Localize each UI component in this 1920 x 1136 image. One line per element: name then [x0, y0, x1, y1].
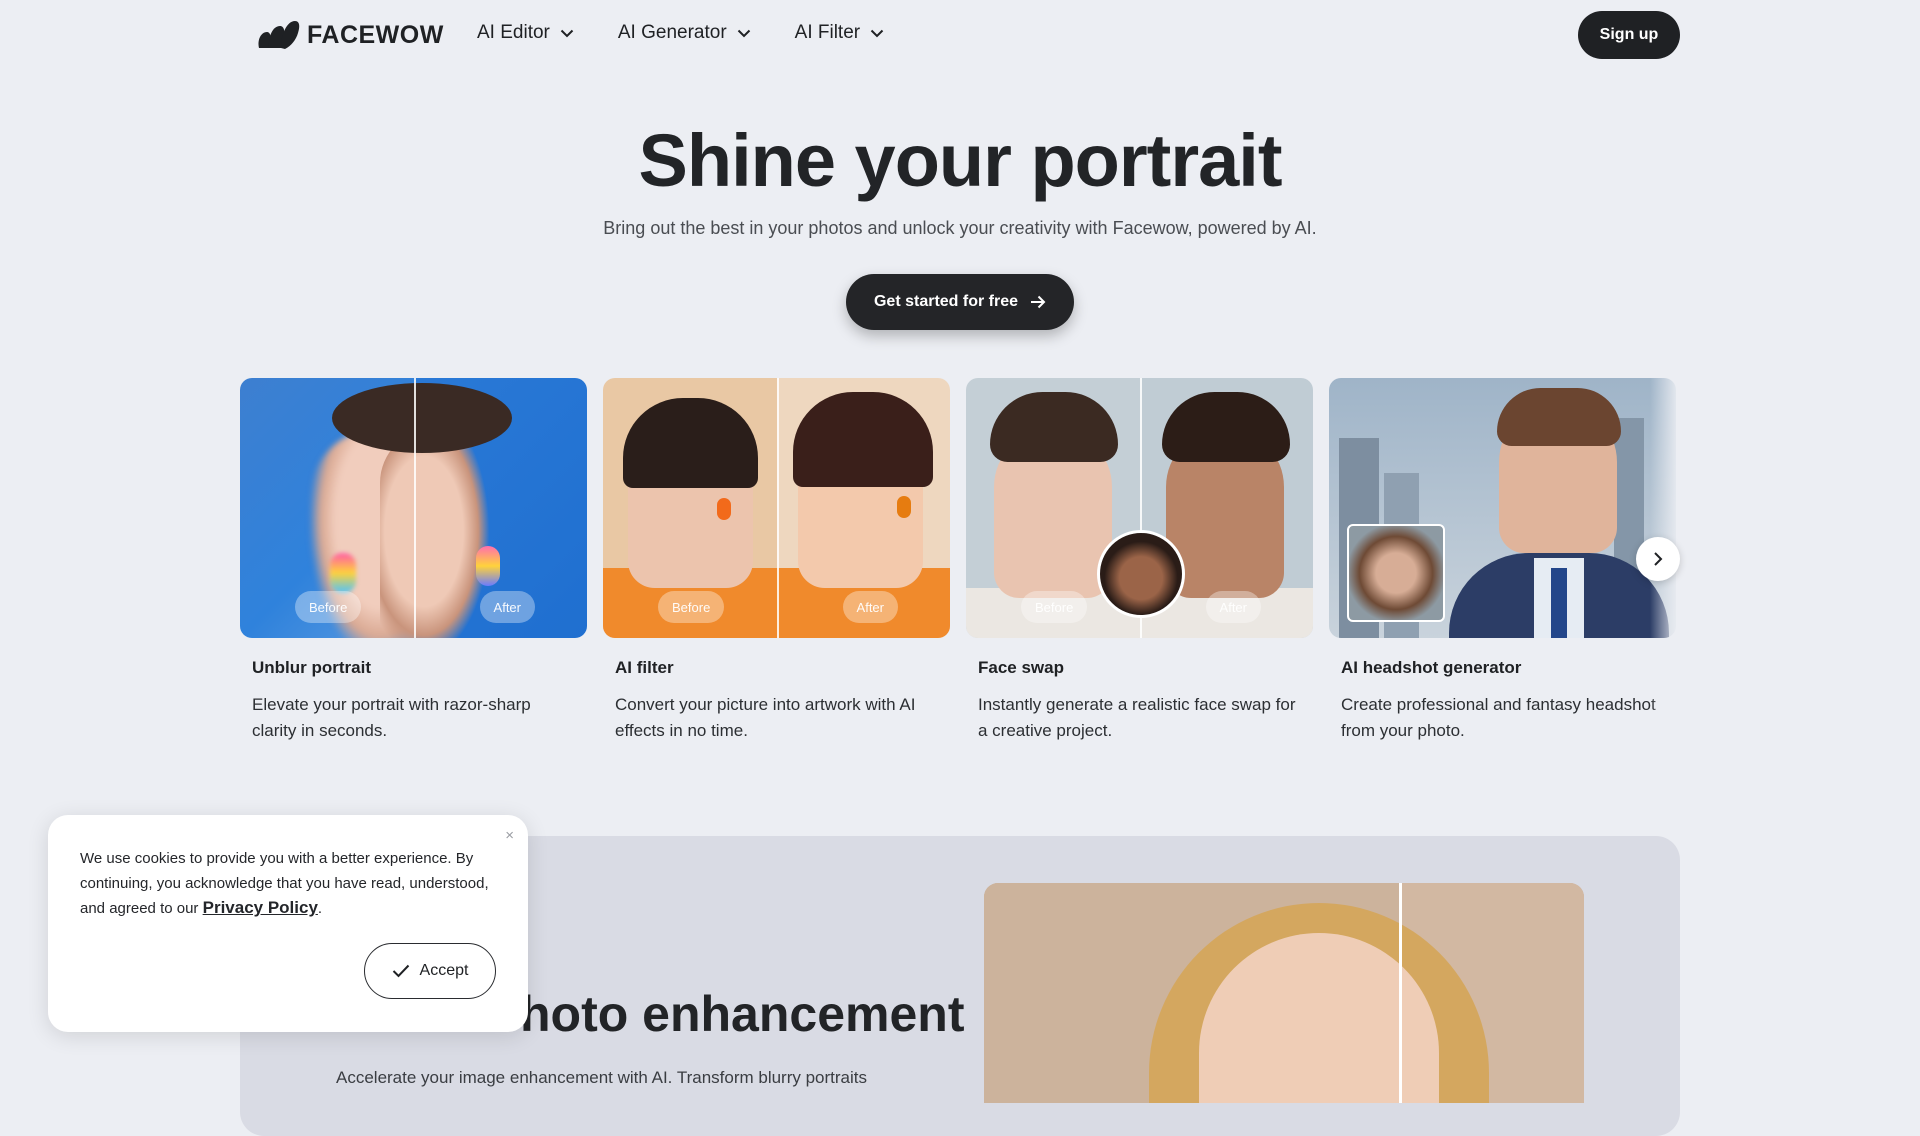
carousel-next-button[interactable] — [1636, 537, 1680, 581]
before-label: Before — [658, 591, 725, 623]
after-label: After — [1205, 591, 1261, 623]
section-description: Accelerate your image enhancement with A… — [336, 1068, 868, 1087]
card-title: Face swap — [978, 658, 1064, 677]
ai-headshot-image — [1329, 378, 1676, 638]
nav-ai-generator-label: AI Generator — [617, 22, 727, 43]
arrow-right-icon — [1031, 295, 1046, 309]
after-label: After — [842, 591, 898, 623]
accept-label: Accept — [419, 962, 469, 979]
enhancement-preview-image — [984, 883, 1584, 1103]
source-photo-thumbnail — [1347, 524, 1445, 622]
card-unblur-portrait[interactable]: Before After Unblur portrait Elevate you… — [240, 378, 587, 744]
close-icon[interactable]: × — [505, 827, 514, 844]
source-face-thumbnail — [1097, 530, 1185, 618]
card-ai-filter[interactable]: Before After AI filter Convert your pict… — [603, 378, 950, 744]
hero-title: Shine your portrait — [638, 119, 1283, 202]
facewow-logo[interactable]: FACEWOW — [255, 18, 444, 52]
card-description: Elevate your portrait with razor-sharp c… — [252, 695, 531, 740]
card-description: Instantly generate a realistic face swap… — [978, 695, 1296, 740]
get-started-label: Get started for free — [873, 293, 1019, 310]
cookie-consent-banner: × We use cookies to provide you with a b… — [48, 815, 528, 1032]
nav-ai-filter-label: AI Filter — [794, 22, 861, 43]
top-navigation: FACEWOW AI Editor AI Generator AI Filter… — [0, 0, 1920, 72]
nav-ai-generator[interactable]: AI Generator — [618, 22, 751, 44]
ai-filter-image: Before After — [603, 378, 950, 638]
checkmark-icon — [392, 964, 409, 978]
main-nav: AI Editor AI Generator AI Filter — [477, 22, 884, 44]
cookie-message: We use cookies to provide you with a bet… — [80, 847, 500, 922]
card-description: Convert your picture into artwork with A… — [615, 695, 916, 740]
section-title: hoto enhancement — [520, 986, 965, 1042]
privacy-policy-link[interactable]: Privacy Policy — [203, 898, 318, 917]
get-started-button[interactable]: Get started for free — [846, 274, 1074, 330]
hero-subtitle: Bring out the best in your photos and un… — [603, 218, 1317, 238]
card-face-swap[interactable]: Before After Face swap Instantly generat… — [966, 378, 1313, 744]
cookie-period: . — [317, 900, 323, 917]
before-label: Before — [1021, 591, 1088, 623]
nav-ai-editor-label: AI Editor — [477, 22, 550, 43]
chevron-down-icon — [560, 29, 574, 37]
card-title: Unblur portrait — [252, 658, 371, 677]
card-description: Create professional and fantasy headshot… — [1341, 695, 1656, 740]
before-label: Before — [295, 591, 362, 623]
after-label: After — [479, 591, 535, 623]
card-ai-headshot-generator[interactable]: AI headshot generator Create professiona… — [1329, 378, 1676, 744]
facewow-logo-icon — [258, 21, 300, 49]
accept-cookies-button[interactable]: Accept — [364, 943, 496, 999]
unblur-portrait-image: Before After — [240, 378, 587, 638]
nav-ai-editor[interactable]: AI Editor — [477, 22, 574, 44]
nav-ai-filter[interactable]: AI Filter — [795, 22, 884, 44]
card-title: AI filter — [615, 658, 674, 677]
chevron-down-icon — [870, 29, 884, 37]
feature-carousel: Before After Unblur portrait Elevate you… — [240, 378, 1680, 758]
chevron-right-icon — [1654, 552, 1663, 566]
face-swap-image: Before After — [966, 378, 1313, 638]
card-title: AI headshot generator — [1341, 658, 1522, 677]
logo-text: FACEWOW — [307, 20, 444, 49]
sign-up-button[interactable]: Sign up — [1578, 11, 1680, 59]
chevron-down-icon — [737, 29, 750, 37]
